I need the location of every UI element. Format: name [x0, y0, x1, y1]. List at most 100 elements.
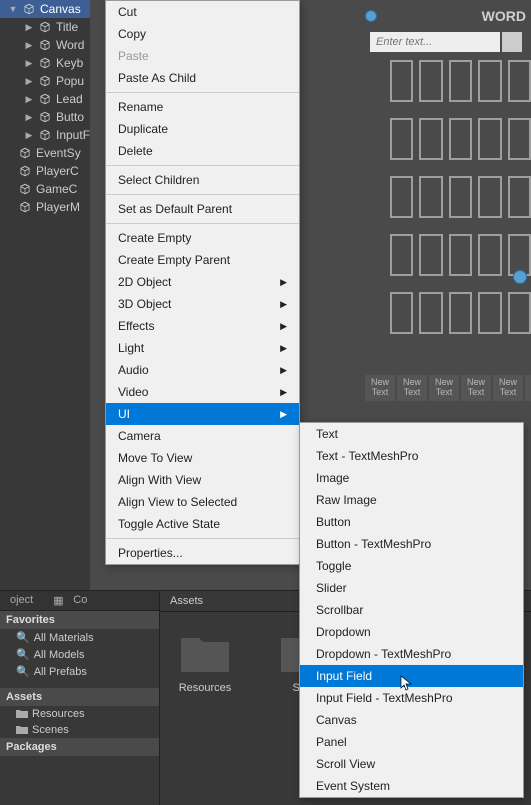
menu-select-children[interactable]: Select Children: [106, 169, 299, 191]
menu-video[interactable]: Video▶: [106, 381, 299, 403]
gameobject-icon: [38, 20, 52, 34]
favorite-item[interactable]: 🔍All Prefabs: [0, 663, 159, 680]
submenu-button[interactable]: Button: [300, 511, 523, 533]
foldout-icon[interactable]: ▶: [24, 40, 34, 51]
packages-header[interactable]: Packages: [0, 738, 159, 756]
chevron-right-icon: ▶: [280, 321, 287, 332]
foldout-icon[interactable]: ▶: [24, 58, 34, 69]
hierarchy-label: Word: [56, 38, 84, 52]
menu-set-default-parent[interactable]: Set as Default Parent: [106, 198, 299, 220]
menu-audio[interactable]: Audio▶: [106, 359, 299, 381]
gameobject-icon: [18, 164, 32, 178]
key-button[interactable]: NewText: [365, 375, 395, 401]
menu-effects[interactable]: Effects▶: [106, 315, 299, 337]
menu-align-with-view[interactable]: Align With View: [106, 469, 299, 491]
favorite-item[interactable]: 🔍All Materials: [0, 629, 159, 646]
foldout-icon[interactable]: ▶: [24, 76, 34, 87]
menu-create-empty-parent[interactable]: Create Empty Parent: [106, 249, 299, 271]
menu-separator: [106, 165, 299, 166]
asset-folder-item[interactable]: Resources: [0, 706, 159, 722]
chevron-right-icon: ▶: [280, 277, 287, 288]
submenu-input-field-tmp[interactable]: Input Field - TextMeshPro: [300, 687, 523, 709]
chevron-right-icon: ▶: [280, 387, 287, 398]
submenu-slider[interactable]: Slider: [300, 577, 523, 599]
transform-handle-icon[interactable]: [365, 10, 377, 22]
menu-move-to-view[interactable]: Move To View: [106, 447, 299, 469]
key-button[interactable]: NewText: [525, 375, 531, 401]
chevron-right-icon: ▶: [280, 299, 287, 310]
menu-align-view-to-selected[interactable]: Align View to Selected: [106, 491, 299, 513]
tab-console[interactable]: Co: [63, 591, 97, 610]
menu-properties[interactable]: Properties...: [106, 542, 299, 564]
menu-ui[interactable]: UI▶: [106, 403, 299, 425]
grid-cell: [419, 176, 442, 218]
grid-cell: [449, 118, 472, 160]
assets-header[interactable]: Assets: [0, 688, 159, 706]
menu-create-empty[interactable]: Create Empty: [106, 227, 299, 249]
asset-folder-item[interactable]: Scenes: [0, 722, 159, 738]
scene-title-label: WORD: [482, 8, 526, 24]
project-tabs: oject ▦ Co: [0, 591, 159, 611]
key-button[interactable]: NewText: [461, 375, 491, 401]
submenu-image[interactable]: Image: [300, 467, 523, 489]
ui-submenu: Text Text - TextMeshPro Image Raw Image …: [299, 422, 524, 798]
gameobject-icon: [18, 182, 32, 196]
asset-label: Resources: [170, 682, 240, 694]
menu-paste-as-child[interactable]: Paste As Child: [106, 67, 299, 89]
gameobject-icon: [38, 128, 52, 142]
key-button[interactable]: NewText: [429, 375, 459, 401]
grid-cell: [449, 234, 472, 276]
submenu-canvas[interactable]: Canvas: [300, 709, 523, 731]
project-tree: oject ▦ Co Favorites 🔍All Materials 🔍All…: [0, 591, 160, 805]
chevron-right-icon: ▶: [280, 409, 287, 420]
submenu-dropdown[interactable]: Dropdown: [300, 621, 523, 643]
menu-rename[interactable]: Rename: [106, 96, 299, 118]
hierarchy-label: InputF: [56, 128, 90, 142]
submenu-scrollbar[interactable]: Scrollbar: [300, 599, 523, 621]
transform-handle-icon[interactable]: [513, 270, 527, 284]
gameobject-icon: [38, 38, 52, 52]
submenu-input-field[interactable]: Input Field: [300, 665, 523, 687]
menu-camera[interactable]: Camera: [106, 425, 299, 447]
key-button[interactable]: NewText: [493, 375, 523, 401]
grid-cell: [419, 234, 442, 276]
submenu-dropdown-tmp[interactable]: Dropdown - TextMeshPro: [300, 643, 523, 665]
grid-cell: [419, 118, 442, 160]
menu-copy[interactable]: Copy: [106, 23, 299, 45]
tab-project[interactable]: oject: [0, 591, 43, 610]
submenu-event-system[interactable]: Event System: [300, 775, 523, 797]
menu-separator: [106, 194, 299, 195]
menu-3d-object[interactable]: 3D Object▶: [106, 293, 299, 315]
menu-toggle-active-state[interactable]: Toggle Active State: [106, 513, 299, 535]
submenu-text-tmp[interactable]: Text - TextMeshPro: [300, 445, 523, 467]
word-grid: [390, 60, 531, 340]
submenu-text[interactable]: Text: [300, 423, 523, 445]
gameobject-icon: [22, 2, 36, 16]
hierarchy-label: Keyb: [56, 56, 83, 70]
foldout-icon[interactable]: ▶: [24, 112, 34, 123]
menu-duplicate[interactable]: Duplicate: [106, 118, 299, 140]
grid-cell: [449, 60, 472, 102]
menu-cut[interactable]: Cut: [106, 1, 299, 23]
menu-light[interactable]: Light▶: [106, 337, 299, 359]
asset-item[interactable]: Resources: [170, 632, 240, 694]
submenu-raw-image[interactable]: Raw Image: [300, 489, 523, 511]
menu-delete[interactable]: Delete: [106, 140, 299, 162]
tab-console-icon[interactable]: ▦: [43, 591, 63, 610]
grid-cell: [478, 60, 501, 102]
foldout-icon[interactable]: ▶: [24, 130, 34, 141]
foldout-icon[interactable]: ▼: [8, 4, 18, 14]
submenu-button-tmp[interactable]: Button - TextMeshPro: [300, 533, 523, 555]
submenu-scroll-view[interactable]: Scroll View: [300, 753, 523, 775]
hierarchy-label: GameC: [36, 182, 77, 196]
grid-cell: [390, 292, 413, 334]
hierarchy-label: Lead: [56, 92, 83, 106]
submenu-toggle[interactable]: Toggle: [300, 555, 523, 577]
scene-input-field[interactable]: [370, 32, 500, 52]
submenu-panel[interactable]: Panel: [300, 731, 523, 753]
menu-2d-object[interactable]: 2D Object▶: [106, 271, 299, 293]
key-button[interactable]: NewText: [397, 375, 427, 401]
foldout-icon[interactable]: ▶: [24, 22, 34, 33]
foldout-icon[interactable]: ▶: [24, 94, 34, 105]
favorite-item[interactable]: 🔍All Models: [0, 646, 159, 663]
